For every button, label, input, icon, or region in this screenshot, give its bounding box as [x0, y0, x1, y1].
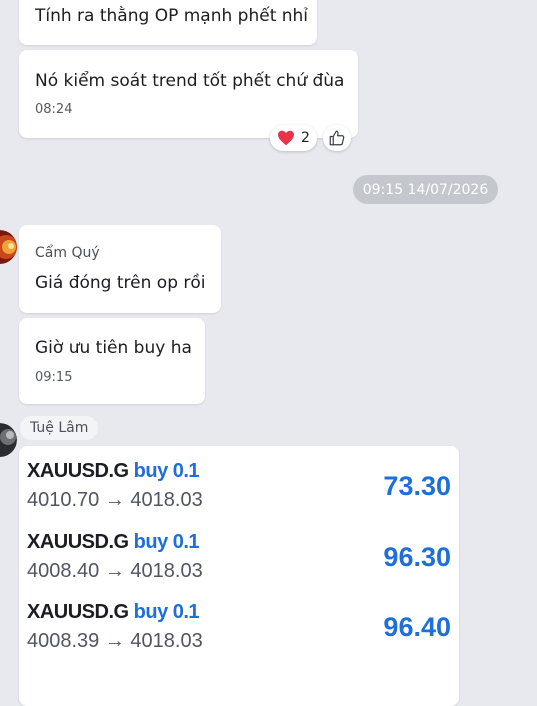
thumbs-up-icon [328, 129, 346, 147]
avatar[interactable] [0, 230, 17, 264]
trade-symbol-line: XAUUSD.G buy 0.1 [27, 601, 200, 624]
trade-profit: 96.40 [383, 612, 451, 642]
message-text: Giờ ưu tiên buy ha [35, 338, 192, 358]
trade-prices: 4010.70 → 4018.03 [27, 489, 203, 511]
message-text: Tính ra thằng OP mạnh phết nhỉ [35, 6, 309, 26]
trade-side: buy 0.1 [133, 601, 200, 623]
trade-row: XAUUSD.G buy 0.1 4010.70 → 4018.03 73.30 [27, 460, 457, 522]
like-button[interactable] [323, 125, 351, 151]
trade-side: buy 0.1 [133, 460, 200, 482]
sender-name[interactable]: Tuệ Lâm [20, 416, 99, 440]
trade-symbol-line: XAUUSD.G buy 0.1 [27, 531, 200, 554]
trade-profit: 73.30 [383, 471, 451, 501]
trade-row: XAUUSD.G buy 0.1 4008.39 → 4018.03 96.40 [27, 601, 457, 663]
message-bubble[interactable]: Cẩm Quý Giá đóng trên op rồi [19, 225, 221, 313]
message-bubble[interactable]: Giờ ưu tiên buy ha 09:15 [19, 318, 205, 404]
trade-side: buy 0.1 [133, 531, 200, 553]
trade-row: XAUUSD.G buy 0.1 4008.40 → 4018.03 96.30 [27, 531, 457, 593]
trade-prices: 4008.39 → 4018.03 [27, 630, 203, 652]
trade-prices: 4008.40 → 4018.03 [27, 560, 203, 582]
trade-symbol: XAUUSD.G [27, 460, 129, 482]
trade-profit: 96.30 [383, 542, 451, 572]
message-text: Giá đóng trên op rồi [35, 273, 206, 293]
trade-symbol: XAUUSD.G [27, 531, 129, 553]
message-text: Nó kiểm soát trend tốt phết chứ đùa [35, 71, 345, 91]
trade-symbol: XAUUSD.G [27, 601, 129, 623]
sender-name[interactable]: Cẩm Quý [35, 245, 100, 261]
message-bubble[interactable]: Tính ra thằng OP mạnh phết nhỉ [19, 0, 317, 45]
reaction-count: 2 [301, 130, 310, 146]
reaction-badge[interactable]: 2 [270, 125, 317, 151]
avatar[interactable] [0, 423, 17, 457]
trade-symbol-line: XAUUSD.G buy 0.1 [27, 460, 200, 483]
heart-icon [277, 130, 295, 146]
date-divider: 09:15 14/07/2026 [353, 175, 498, 204]
message-time: 08:24 [35, 102, 73, 117]
message-time: 09:15 [35, 370, 73, 385]
